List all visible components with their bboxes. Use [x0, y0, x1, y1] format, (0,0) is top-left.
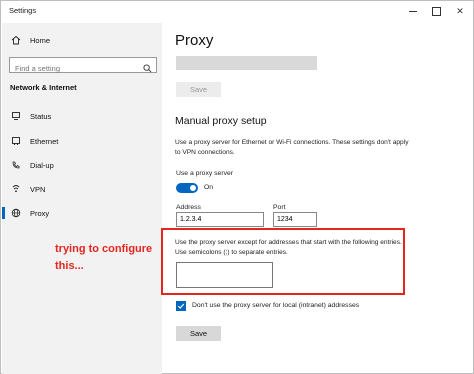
window-title: Settings	[9, 6, 37, 15]
settings-window: Settings ✕ Home Network & Internet Statu…	[0, 0, 474, 374]
use-proxy-label: Use a proxy server	[176, 170, 234, 177]
checkmark-icon	[177, 303, 185, 309]
annotation-text: trying to configure this...	[55, 243, 153, 272]
minimize-button[interactable]	[406, 5, 420, 17]
sidebar-item-label: Dial-up	[30, 160, 54, 170]
sidebar-item-label: Status	[30, 111, 52, 121]
top-save-button[interactable]: Save	[176, 82, 221, 97]
address-input[interactable]	[176, 212, 264, 227]
vpn-icon	[10, 183, 22, 195]
sidebar-item-status[interactable]: Status	[2, 107, 162, 125]
sidebar-item-ethernet[interactable]: Ethernet	[2, 132, 162, 150]
annotation-highlight-box	[161, 228, 405, 295]
sidebar-item-home[interactable]: Home	[2, 31, 162, 49]
address-label: Address	[176, 204, 201, 211]
dialup-icon	[10, 159, 22, 171]
auto-setup-field	[176, 56, 317, 70]
active-indicator	[2, 207, 5, 219]
sidebar-item-label: VPN	[30, 184, 46, 194]
sidebar-item-label: Proxy	[30, 208, 50, 218]
use-proxy-toggle[interactable]	[176, 183, 198, 193]
section-title: Network & Internet	[10, 83, 77, 92]
sidebar-item-vpn[interactable]: VPN	[2, 180, 162, 198]
sidebar-item-label: Ethernet	[30, 136, 59, 146]
port-label: Port	[273, 204, 286, 211]
search-icon[interactable]	[143, 60, 152, 78]
ethernet-icon	[10, 135, 22, 147]
manual-setup-heading: Manual proxy setup	[175, 115, 267, 127]
maximize-button[interactable]	[429, 5, 443, 17]
local-addresses-checkbox[interactable]	[176, 301, 186, 311]
page-title: Proxy	[175, 32, 214, 49]
save-button[interactable]: Save	[176, 326, 221, 341]
port-input[interactable]	[273, 212, 317, 227]
sidebar-item-proxy[interactable]: Proxy	[2, 204, 162, 222]
manual-setup-description: Use a proxy server for Ethernet or Wi-Fi…	[175, 139, 409, 156]
main-panel: Proxy Save Manual proxy setup Use a prox…	[162, 23, 474, 374]
home-icon	[10, 34, 22, 46]
toggle-state-label: On	[204, 184, 214, 191]
search-field[interactable]	[9, 57, 157, 76]
globe-icon	[10, 207, 22, 219]
sidebar: Home Network & Internet Status Ethernet	[2, 23, 162, 374]
title-bar: Settings ✕	[1, 1, 474, 23]
sidebar-item-label: Home	[30, 35, 51, 45]
status-icon	[10, 110, 22, 122]
close-button[interactable]: ✕	[453, 5, 467, 17]
local-addresses-label: Don't use the proxy server for local (in…	[192, 302, 360, 309]
sidebar-item-dialup[interactable]: Dial-up	[2, 156, 162, 174]
search-input[interactable]	[10, 61, 138, 76]
